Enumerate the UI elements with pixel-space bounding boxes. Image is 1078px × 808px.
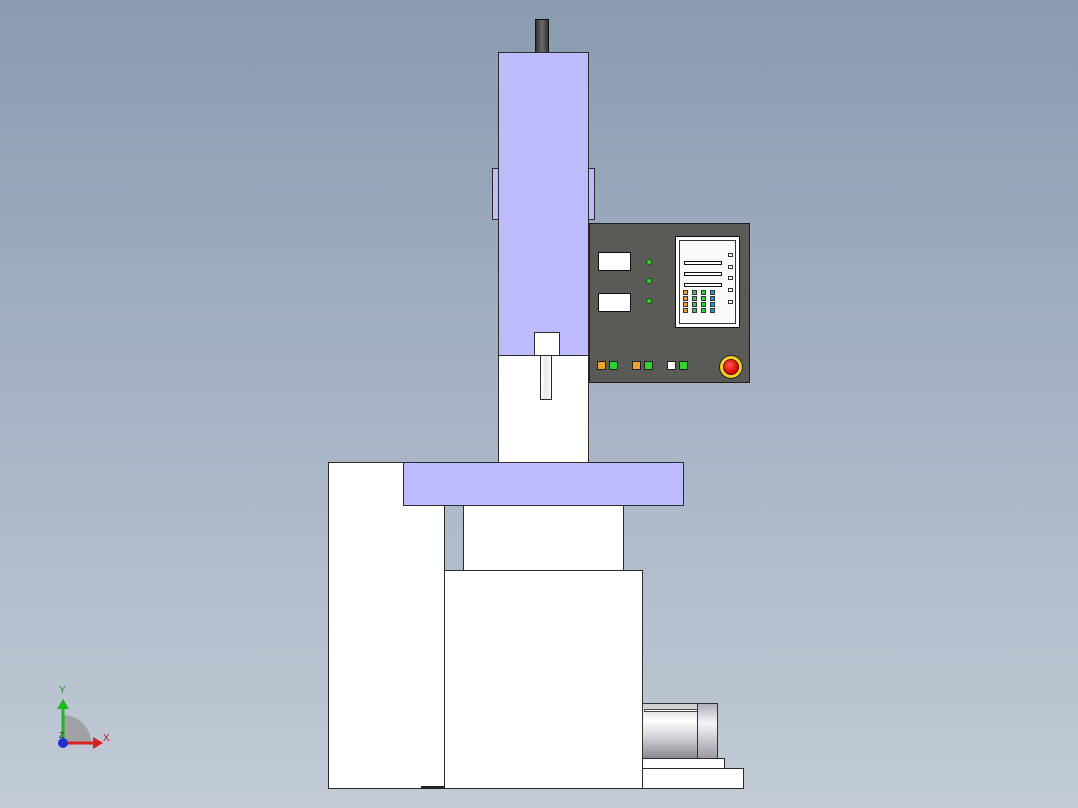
hmi-side-key-5[interactable]: [728, 300, 733, 304]
spindle-rod: [535, 19, 549, 53]
hmi-side-key-2[interactable]: [728, 265, 733, 269]
ram-piston: [540, 355, 552, 400]
hmi-side-key-1[interactable]: [728, 253, 733, 257]
motor-end-cap: [697, 703, 718, 759]
triad-graphic: [57, 699, 103, 749]
motor-base-plate: [642, 768, 744, 789]
keypad-key[interactable]: [710, 302, 715, 307]
button-orange-1[interactable]: [597, 361, 606, 370]
keypad-key[interactable]: [683, 296, 688, 301]
keypad-key[interactable]: [701, 308, 706, 313]
keypad-grid: [683, 290, 723, 316]
worktable: [403, 462, 684, 506]
keypad-key[interactable]: [701, 302, 706, 307]
upper-display: [598, 252, 631, 271]
lower-display: [598, 293, 631, 312]
status-led-1: [646, 259, 652, 265]
main-cabinet: [444, 570, 643, 789]
button-white[interactable]: [667, 361, 676, 370]
hmi-bar-1: [684, 261, 722, 265]
triad-z-label: Z: [59, 731, 64, 740]
emergency-stop-button[interactable]: [719, 355, 743, 379]
triad-y-label: Y: [59, 685, 66, 696]
ram-block: [534, 332, 560, 356]
keypad-key[interactable]: [710, 296, 715, 301]
left-column-flange: [492, 168, 499, 220]
emergency-stop-cap: [723, 359, 739, 375]
keypad-key[interactable]: [692, 296, 697, 301]
hmi-side-key-3[interactable]: [728, 276, 733, 280]
hmi-side-key-4[interactable]: [728, 288, 733, 292]
keypad-key[interactable]: [683, 302, 688, 307]
button-green-2[interactable]: [644, 361, 653, 370]
keypad-key[interactable]: [683, 308, 688, 313]
upper-column-housing: [498, 52, 589, 356]
table-support: [463, 505, 624, 572]
keypad-key[interactable]: [710, 308, 715, 313]
triad-x-label: X: [103, 733, 110, 744]
motor-slot: [644, 709, 698, 712]
keypad-key[interactable]: [692, 302, 697, 307]
hmi-bar-2: [684, 272, 722, 276]
keypad-key[interactable]: [692, 308, 697, 313]
keypad-key[interactable]: [692, 290, 697, 295]
status-led-3: [646, 298, 652, 304]
coordinate-triad: Y X Z: [45, 685, 125, 755]
base-foot: [421, 786, 445, 789]
keypad-key[interactable]: [710, 290, 715, 295]
hmi-bar-3: [684, 283, 722, 287]
keypad-key[interactable]: [683, 290, 688, 295]
button-orange-2[interactable]: [632, 361, 641, 370]
keypad-key[interactable]: [701, 290, 706, 295]
button-green-1[interactable]: [609, 361, 618, 370]
control-panel: [589, 223, 750, 383]
keypad-key[interactable]: [701, 296, 706, 301]
status-led-2: [646, 278, 652, 284]
right-column-flange: [588, 168, 595, 220]
button-green-3[interactable]: [679, 361, 688, 370]
base-left-block: [328, 462, 445, 789]
